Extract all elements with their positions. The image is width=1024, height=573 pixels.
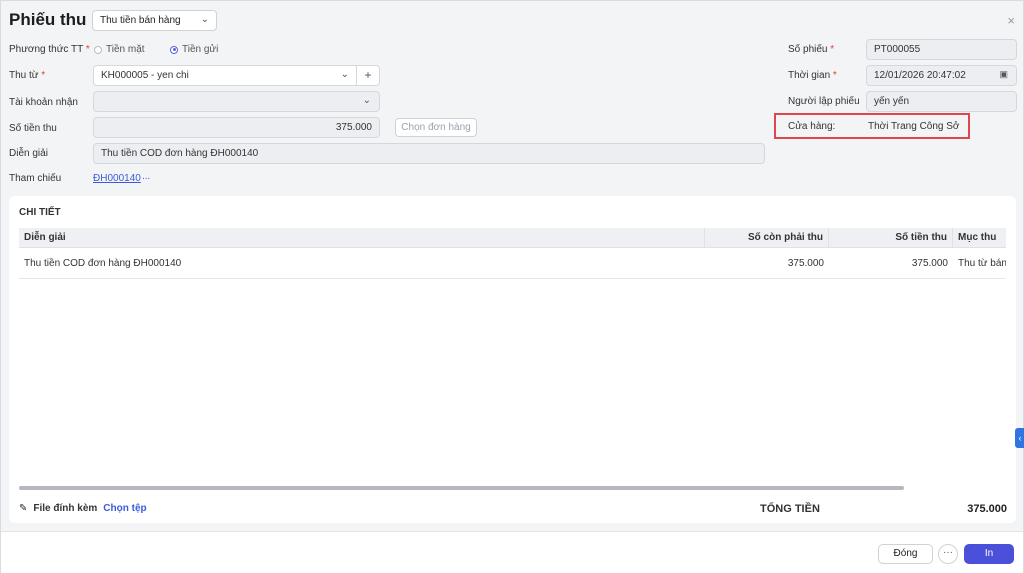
description-input[interactable]: Thu tiền COD đơn hàng ĐH000140 [93, 143, 765, 164]
amount-input[interactable]: 375.000 [93, 117, 380, 138]
page-title: Phiếu thu [9, 10, 87, 29]
store-label: Cửa hàng: [788, 121, 836, 132]
total-label: TỔNG TIỀN [760, 503, 820, 515]
voucher-no-input[interactable]: PT000055 [866, 39, 1017, 60]
chevron-down-icon: ⌄ [340, 69, 349, 80]
creator-input[interactable]: yến yến [866, 91, 1017, 112]
radio-checked-icon [170, 45, 178, 54]
attachment-area: ✎ File đính kèm Chọn tệp [19, 503, 147, 514]
radio-bank-deposit[interactable]: Tiền gửi [170, 44, 218, 55]
receiving-account-select[interactable]: ⌄ [93, 91, 380, 112]
receipt-type-select[interactable]: Thu tiền bán hàng ⌄ [92, 10, 217, 31]
reference-label: Tham chiếu [9, 173, 62, 184]
more-options-button[interactable]: ··· [938, 544, 958, 564]
cell-description: Thu tiền COD đơn hàng ĐH000140 [24, 258, 182, 269]
time-input[interactable]: 12/01/2026 20:47:02 ▣ [866, 65, 1017, 86]
dialog-header: Phiếu thu Thu tiền bán hàng ⌄ × [1, 1, 1023, 39]
voucher-no-label: Số phiếu * [788, 44, 835, 55]
horizontal-scrollbar[interactable] [19, 486, 904, 490]
paperclip-icon: ✎ [19, 503, 28, 514]
column-header-remaining[interactable]: Số còn phải thu [705, 228, 829, 248]
attachment-label: File đính kèm [33, 503, 98, 514]
receipt-type-value: Thu tiền bán hàng [100, 15, 181, 26]
radio-cash[interactable]: Tiền mặt [94, 44, 145, 55]
table-header: Diễn giải Số còn phải thu Số tiền thu Mụ… [19, 228, 1006, 248]
close-icon[interactable]: × [1007, 13, 1015, 28]
close-button[interactable]: Đóng [878, 544, 933, 564]
store-value: Thời Trang Công Sở [868, 121, 960, 132]
receipt-dialog: Phiếu thu Thu tiền bán hàng ⌄ × Phương t… [0, 0, 1024, 573]
detail-title: CHI TIẾT [19, 207, 61, 218]
reference-link[interactable]: ĐH000140 [93, 173, 141, 184]
from-label: Thu từ * [9, 70, 46, 81]
dialog-footer: Đóng ··· In [1, 531, 1023, 573]
cell-category[interactable]: Thu từ bán h [953, 249, 1006, 279]
time-label: Thời gian * [788, 70, 837, 81]
creator-label: Người lập phiếu [788, 96, 860, 107]
print-button[interactable]: In [964, 544, 1014, 564]
chevron-down-icon: ⌄ [362, 95, 371, 106]
column-header-amount[interactable]: Số tiền thu [829, 228, 953, 248]
chevron-down-icon: ⌄ [200, 14, 209, 25]
account-label: Tài khoản nhận [9, 97, 78, 108]
description-label: Diễn giải [9, 148, 48, 159]
choose-order-button[interactable]: Chọn đơn hàng [395, 118, 477, 137]
cell-remaining: 375.000 [787, 258, 824, 269]
calendar-icon[interactable]: ▣ [999, 69, 1008, 80]
radio-icon [94, 45, 102, 54]
payment-method-label: Phương thức TT * [9, 44, 90, 55]
cell-amount[interactable]: 375.000 [829, 249, 953, 279]
total-value: 375.000 [967, 503, 1007, 515]
customer-select[interactable]: KH000005 - yen chi ⌄ + [93, 65, 380, 86]
reference-more-button[interactable]: ... [142, 171, 150, 182]
add-customer-icon[interactable]: + [356, 65, 379, 86]
detail-panel: CHI TIẾT Diễn giải Số còn phải thu Số ti… [9, 196, 1016, 523]
column-header-description[interactable]: Diễn giải [19, 228, 705, 248]
amount-label: Số tiền thu [9, 123, 57, 134]
chevron-left-icon[interactable]: ‹ [1015, 428, 1024, 448]
column-header-category[interactable]: Mục thu [953, 228, 1006, 248]
choose-file-link[interactable]: Chọn tệp [103, 503, 146, 514]
table-row[interactable]: Thu tiền COD đơn hàng ĐH000140 375.000 3… [19, 249, 1006, 279]
